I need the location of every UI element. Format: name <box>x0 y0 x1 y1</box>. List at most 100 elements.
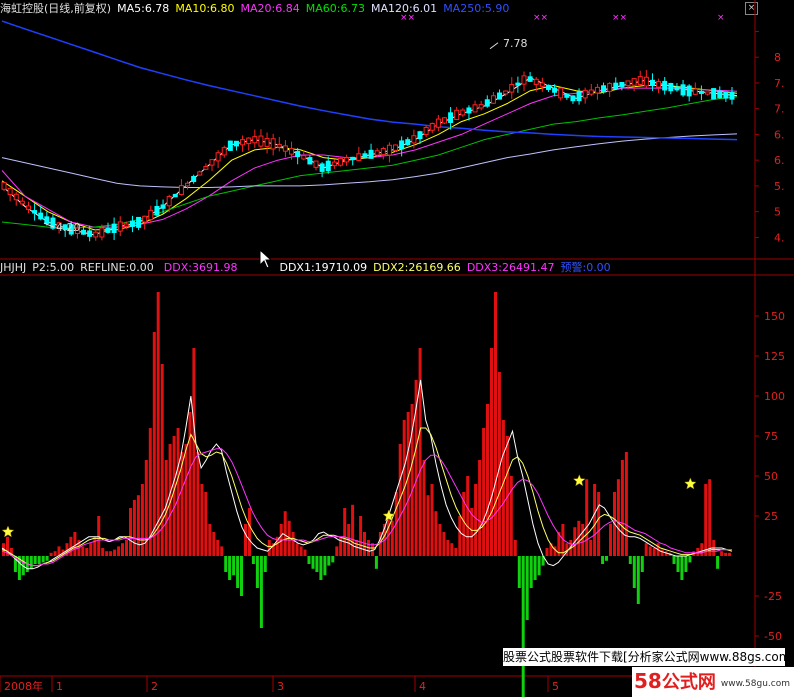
candle <box>564 93 570 98</box>
chart-canvas[interactable]: 7.784.20 4.55.6.6.7.7.8-50-2525507510012… <box>0 0 794 697</box>
ddx-bar <box>517 556 521 588</box>
ddx-bar <box>589 540 593 556</box>
price-tick-label: 6. <box>774 128 785 141</box>
ddx-bar <box>359 516 363 556</box>
ddx-bar <box>430 484 434 556</box>
ddx-bar <box>323 556 327 576</box>
candle <box>613 82 619 90</box>
date-label: 4 <box>419 680 426 693</box>
indicator-tick-label: 75 <box>764 430 778 443</box>
candle <box>484 99 490 107</box>
ddx-bar <box>259 556 263 628</box>
candle <box>25 205 31 210</box>
ddx-bar <box>255 556 259 588</box>
ddx-bar <box>720 551 724 556</box>
candle <box>166 196 172 207</box>
candle <box>270 138 276 150</box>
candle <box>423 126 429 136</box>
candle <box>625 80 631 87</box>
watermark-text: 股票公式股票软件下载[分析家公式网www.88gs.com] <box>503 650 785 664</box>
candle <box>472 104 478 113</box>
price-tick-label: 5. <box>774 180 785 193</box>
candle <box>160 204 166 209</box>
candle <box>350 156 356 161</box>
ddx-bar <box>525 556 529 620</box>
ddx-bar <box>632 556 636 588</box>
ddx-bar <box>482 428 486 556</box>
candle <box>264 138 270 147</box>
ddx-bar <box>434 511 438 556</box>
candle <box>331 161 337 167</box>
candle <box>448 112 454 123</box>
ddx-bar <box>172 436 176 556</box>
stock-chart-window[interactable]: { "header": { "stock_label": "海虹控股(日线,前复… <box>0 0 794 697</box>
candle <box>13 193 19 201</box>
candle <box>215 152 221 162</box>
candle <box>154 205 160 216</box>
ddx-bar <box>307 556 311 564</box>
indicator-tick-label: 150 <box>764 310 785 323</box>
candle <box>172 193 178 198</box>
candle <box>136 216 142 228</box>
ddx-bar <box>85 548 89 556</box>
ddx-bar <box>616 479 620 556</box>
candle <box>545 84 551 90</box>
ddx-bar <box>597 492 601 556</box>
candle <box>503 90 509 95</box>
ddx-bar <box>494 292 497 556</box>
ddx-bar <box>327 556 331 566</box>
price-tick-label: 4. <box>774 231 785 244</box>
candle <box>411 135 417 144</box>
ddx-bar <box>220 546 224 556</box>
ddx-bar <box>374 556 378 569</box>
ddx-bar <box>513 540 517 556</box>
ddx-bar <box>216 540 220 556</box>
high-pointer <box>489 42 499 50</box>
candle <box>93 231 99 238</box>
axes: 4.55.6.6.7.7.8-50-252550751001251502008年… <box>0 30 785 693</box>
candle <box>429 122 435 131</box>
candle <box>698 90 704 94</box>
candle <box>668 82 674 92</box>
site-logo: 58公式网 www.58gu.com <box>632 667 794 697</box>
candle <box>356 153 362 161</box>
ddx-bar <box>442 532 446 556</box>
ddx-bar <box>537 556 541 576</box>
candle <box>191 175 197 182</box>
candle <box>282 145 288 152</box>
candle <box>307 157 313 165</box>
ddx-bar <box>533 556 537 580</box>
candle <box>142 215 148 223</box>
signal-star-icon <box>572 474 586 487</box>
price-tick-label: 7. <box>774 103 785 116</box>
candle <box>362 153 368 159</box>
candle <box>105 227 111 233</box>
ddx-bar <box>53 551 57 556</box>
ddx-bar <box>89 543 93 556</box>
ddx-bar <box>446 540 450 556</box>
ddx-bar <box>652 548 656 556</box>
ddx-bar <box>73 532 77 556</box>
ddx-bar <box>121 543 124 556</box>
candle <box>368 149 374 159</box>
ddx-bar <box>105 551 109 556</box>
ddx-bar <box>490 348 493 556</box>
ddx-bar <box>311 556 315 569</box>
candle <box>619 81 625 88</box>
ddx-bar <box>291 532 295 556</box>
ddx-bar <box>636 556 640 604</box>
ddx-bar <box>192 348 196 556</box>
ddx-bar <box>466 476 470 556</box>
ddx-bar <box>501 420 505 556</box>
candle <box>521 75 527 85</box>
ddx-bar <box>49 552 53 556</box>
ddx-bar <box>605 556 608 561</box>
ddx-bar <box>688 556 692 563</box>
indicator-tick-label: 50 <box>764 470 778 483</box>
candle <box>674 86 680 91</box>
ddx-bar <box>81 546 85 556</box>
candle <box>178 185 184 196</box>
candle <box>129 220 135 227</box>
ddx-bar <box>109 551 113 556</box>
ddx-bar <box>184 444 188 556</box>
